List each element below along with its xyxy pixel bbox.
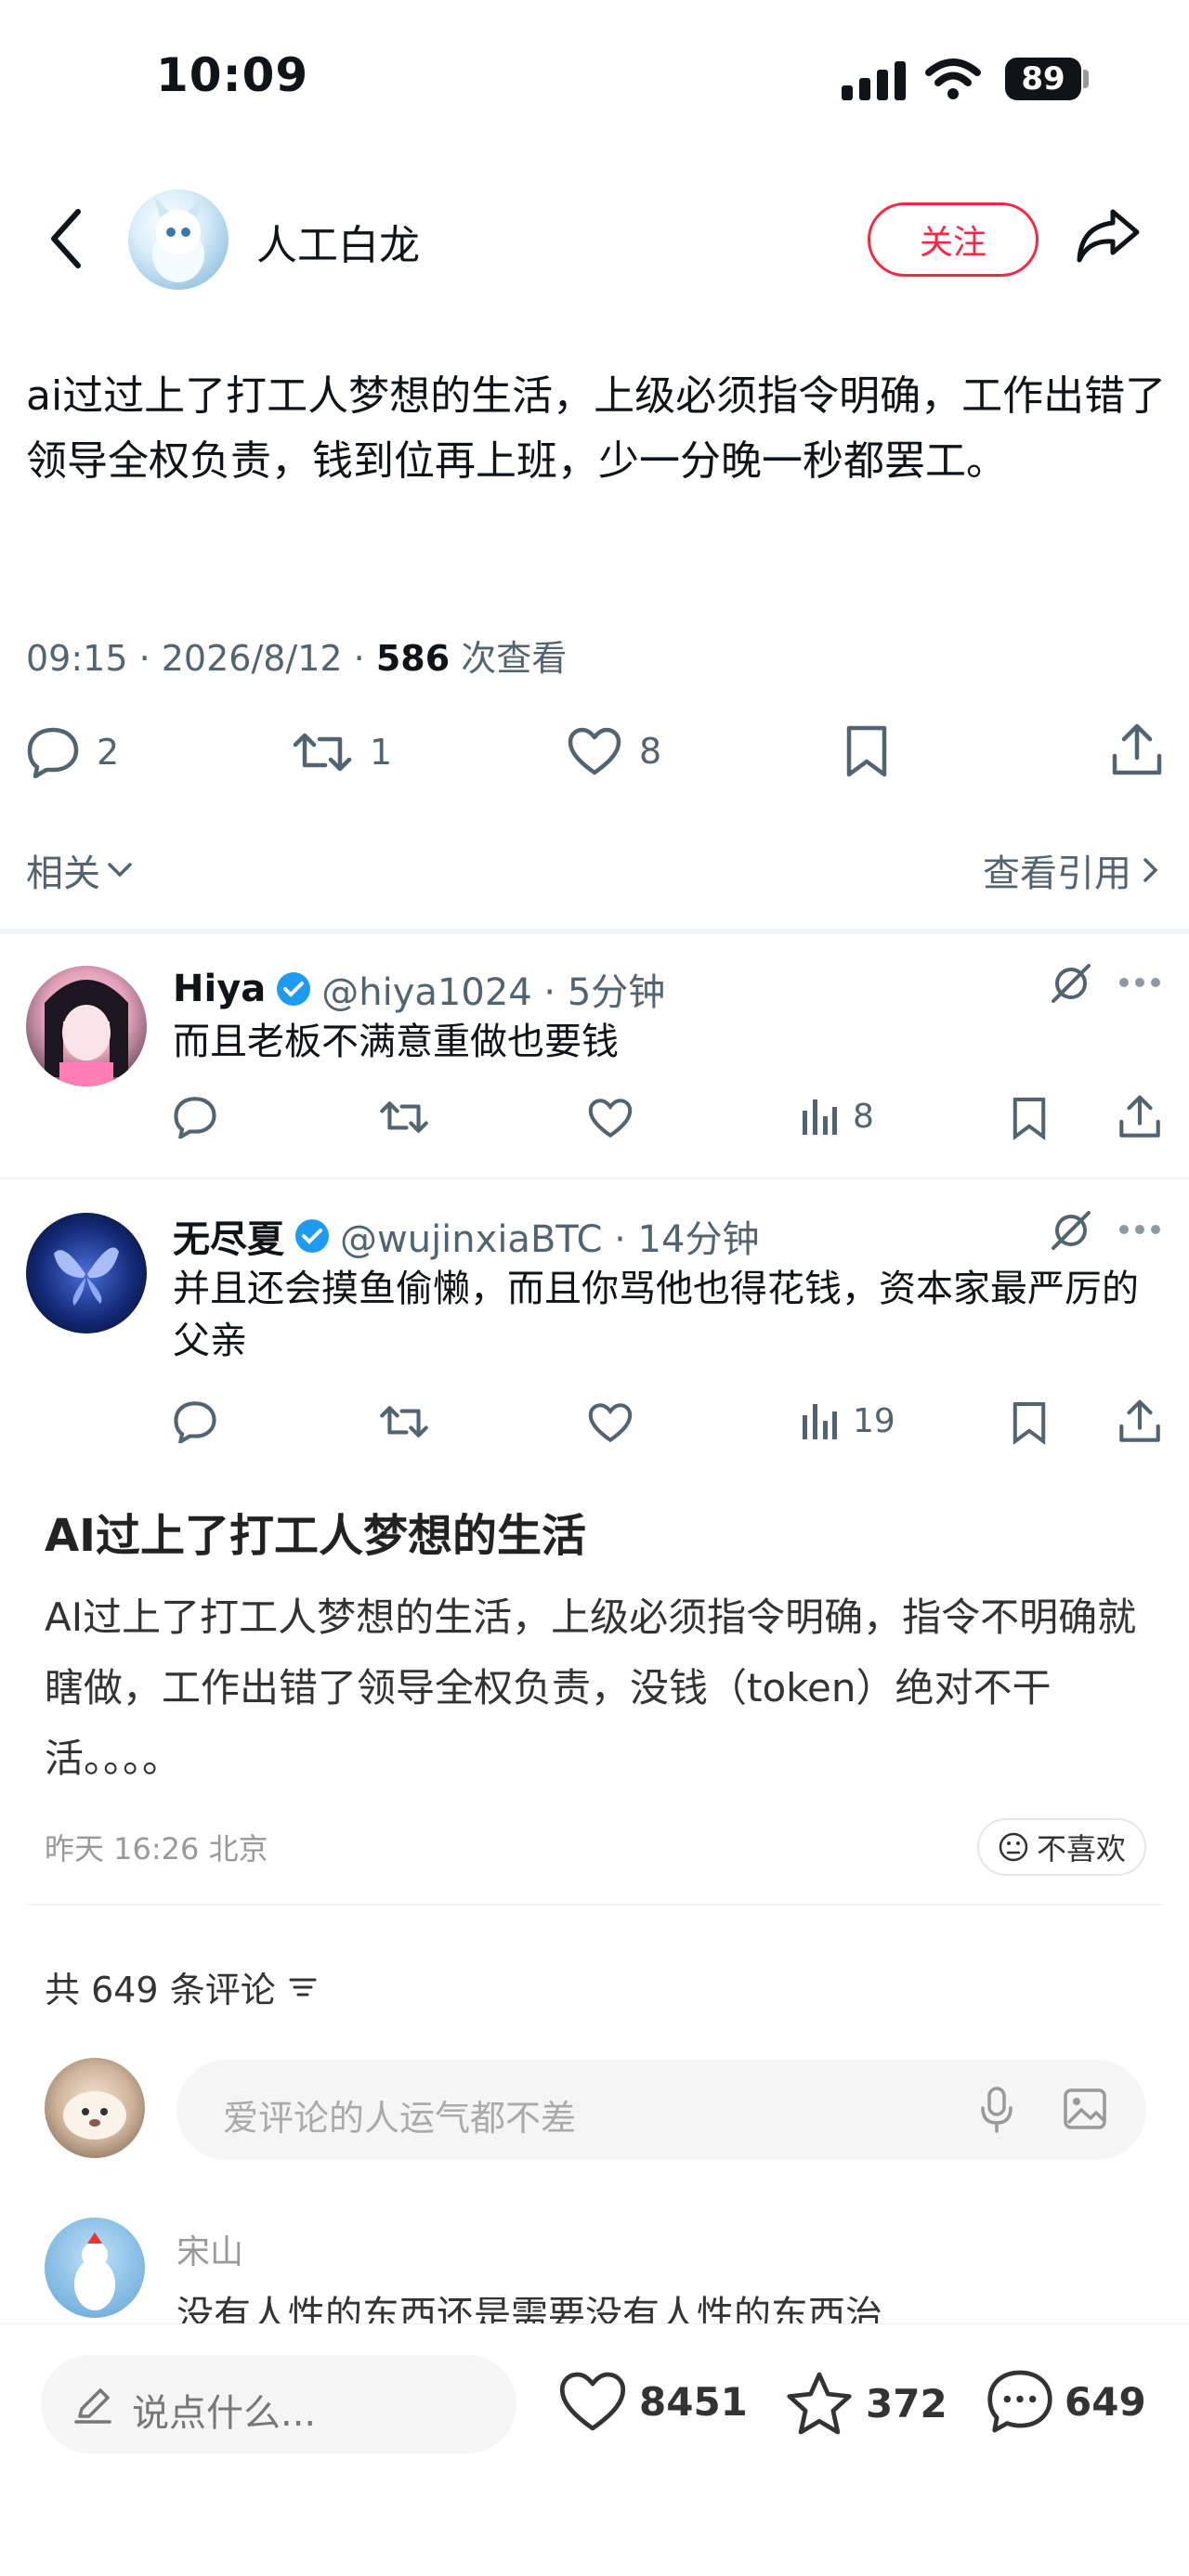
reply-handle: @hiya1024 · 5分钟	[321, 971, 666, 1014]
comment-input-placeholder: 爱评论的人运气都不差	[223, 2098, 577, 2139]
commenter-name[interactable]: 宋山	[176, 2225, 243, 2273]
verified-icon	[295, 1219, 329, 1253]
retweet-button[interactable]: 1	[292, 726, 392, 778]
back-icon[interactable]	[46, 206, 84, 271]
divider	[0, 1177, 1189, 1179]
reply-reply-button[interactable]	[173, 1096, 217, 1138]
analytics-icon	[803, 1404, 837, 1439]
upload-icon[interactable]	[1111, 722, 1163, 778]
article-meta: 昨天 16:26 北京	[45, 1831, 268, 1867]
analytics-icon	[803, 1099, 837, 1135]
reply-name[interactable]: 无尽夏	[173, 1209, 284, 1263]
reply-text: 并且还会摸鱼偷懒，而且你骂他也得花钱，资本家最严厉的父亲	[173, 1268, 1139, 1362]
retweet-count: 1	[370, 732, 393, 773]
view-quotes-link[interactable]: 查看引用	[983, 843, 1161, 897]
more-icon[interactable]	[1118, 1224, 1161, 1235]
chevron-down-icon	[108, 863, 132, 878]
battery-indicator: 89	[1005, 58, 1081, 100]
image-icon[interactable]	[1063, 2088, 1107, 2130]
reply-count: 2	[97, 732, 120, 773]
battery-tip	[1083, 70, 1089, 88]
chevron-right-icon	[1143, 858, 1158, 882]
reply-views[interactable]: 8	[801, 1096, 874, 1137]
heart-icon	[559, 2372, 626, 2431]
bookmark-icon[interactable]	[843, 724, 890, 778]
author-avatar[interactable]	[128, 189, 229, 290]
like-total: 8451	[639, 2378, 748, 2425]
comment-count-label: 共 649 条评论	[45, 1970, 276, 2010]
commenter-avatar[interactable]	[45, 2218, 145, 2318]
reply-avatar[interactable]	[26, 966, 147, 1086]
more-icon[interactable]	[1118, 977, 1161, 988]
dislike-button[interactable]: 不喜欢	[977, 1818, 1146, 1876]
reply-name[interactable]: Hiya	[173, 968, 266, 1010]
star-icon	[787, 2372, 852, 2435]
comment-total: 649	[1065, 2378, 1146, 2425]
related-label: 相关	[26, 852, 100, 895]
like-button[interactable]: 8	[567, 726, 661, 776]
reply-like-button[interactable]	[587, 1402, 634, 1443]
view-quotes-label: 查看引用	[983, 852, 1131, 895]
dislike-label: 不喜欢	[1036, 1831, 1126, 1867]
star-button[interactable]: 372	[784, 2370, 947, 2437]
reply-reply-button[interactable]	[173, 1400, 217, 1443]
reply-views[interactable]: 19	[801, 1400, 895, 1441]
post-time: 09:15 · 2026/8/12 ·	[26, 638, 376, 679]
grok-icon[interactable]	[1050, 962, 1092, 1005]
divider	[26, 1904, 1163, 1906]
reply-avatar[interactable]	[26, 1213, 147, 1334]
reply-retweet-button[interactable]	[379, 1400, 429, 1443]
say-something-placeholder: 说点什么...	[132, 2392, 317, 2435]
reply-views-count: 8	[853, 1097, 874, 1136]
reply-upload-icon[interactable]	[1118, 1094, 1161, 1140]
comment-bubble-icon	[987, 2370, 1052, 2433]
post-views: 586	[375, 638, 451, 679]
my-avatar[interactable]	[45, 2058, 145, 2158]
reply-header: Hiya @hiya1024 · 5分钟	[173, 962, 665, 1016]
pencil-icon	[72, 2385, 113, 2426]
reply-header: 无尽夏 @wujinxiaBTC · 14分钟	[173, 1209, 759, 1263]
reply-like-button[interactable]	[587, 1098, 634, 1138]
like-count: 8	[639, 731, 662, 772]
reply-bookmark-icon[interactable]	[1011, 1096, 1048, 1140]
microphone-icon[interactable]	[979, 2086, 1014, 2134]
reply-retweet-button[interactable]	[379, 1096, 429, 1138]
wifi-icon	[925, 58, 981, 100]
post-meta: 09:15 · 2026/8/12 · 586 次查看	[26, 630, 567, 681]
grok-icon[interactable]	[1050, 1209, 1092, 1252]
unhappy-face-icon	[999, 1832, 1028, 1862]
signal-icon	[842, 61, 907, 100]
comment-count[interactable]: 共 649 条评论	[45, 1961, 319, 2012]
reply-text: 而且老板不满意重做也要钱	[173, 1021, 619, 1063]
reply-bookmark-icon[interactable]	[1011, 1400, 1048, 1445]
share-icon[interactable]	[1076, 206, 1141, 264]
article-title: AI过上了打工人梦想的生活	[45, 1510, 587, 1562]
verified-icon	[277, 972, 311, 1006]
sort-icon	[289, 1978, 317, 1996]
reply-handle: @wujinxiaBTC · 14分钟	[340, 1218, 760, 1261]
status-time: 10:09	[156, 48, 309, 102]
reply-upload-icon[interactable]	[1118, 1399, 1161, 1445]
article-body: AI过上了打工人梦想的生活，上级必须指令明确，指令不明确就瞎做，工作出错了领导全…	[45, 1594, 1137, 1781]
author-name[interactable]: 人工白龙	[256, 212, 420, 271]
related-toggle[interactable]: 相关	[26, 843, 134, 897]
follow-button[interactable]: 关注	[868, 202, 1039, 277]
comment-button[interactable]: 649	[985, 2368, 1146, 2435]
star-total: 372	[866, 2380, 947, 2426]
reply-views-count: 19	[853, 1401, 895, 1440]
divider	[0, 929, 1189, 934]
post-views-label: 次查看	[450, 638, 568, 679]
post-text: ai过过上了打工人梦想的生活，上级必须指令明确，工作出错了领导全权负责，钱到位再…	[26, 372, 1167, 485]
reply-button[interactable]: 2	[26, 726, 119, 778]
like-count-button[interactable]: 8451	[557, 2370, 748, 2433]
